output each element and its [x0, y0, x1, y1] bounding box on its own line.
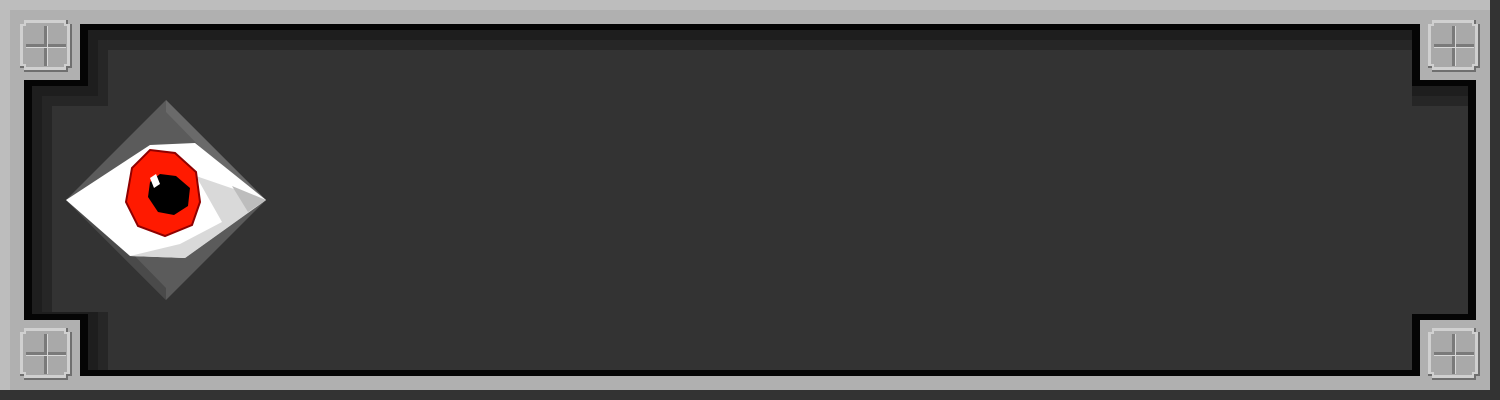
bottom-left-corner-rivet — [20, 328, 72, 380]
plus-rivet-icon — [20, 20, 72, 72]
panel-inner — [52, 50, 1468, 370]
top-left-corner-rivet — [20, 20, 72, 72]
plus-rivet-icon — [1428, 20, 1480, 72]
plus-rivet-icon — [1428, 328, 1480, 380]
plus-rivet-icon — [20, 328, 72, 380]
dialog-panel — [0, 0, 1500, 400]
top-right-corner-rivet — [1428, 20, 1480, 72]
bottom-right-corner-rivet — [1428, 328, 1480, 380]
